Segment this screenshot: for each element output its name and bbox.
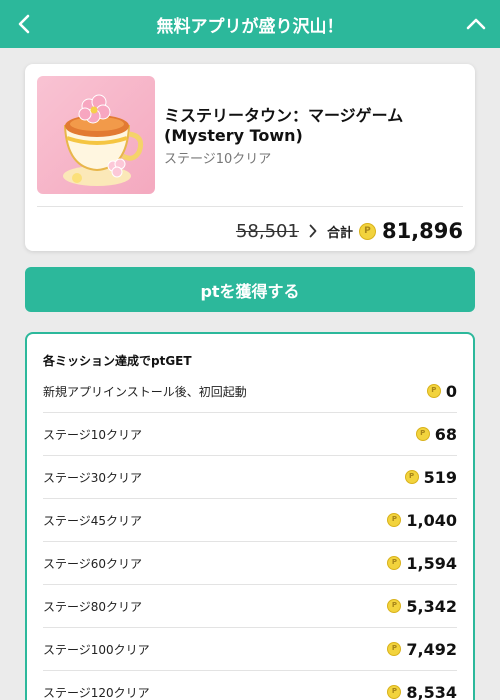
points-summary: 58,501 合計 P 81,896 (236, 216, 463, 246)
total-label: 合計 (326, 225, 353, 241)
mission-label: ステージ80クリア (43, 599, 143, 614)
mission-label: ステージ100クリア (43, 642, 150, 657)
app-current-stage: ステージ10クリア (164, 152, 272, 167)
mission-label: ステージ60クリア (43, 556, 143, 571)
mission-value: 1,040 (406, 510, 457, 530)
mission-points: P 519 (404, 467, 457, 487)
mission-label: 新規アプリインストール後、初回起動 (43, 384, 247, 399)
teacup-app-icon (37, 76, 155, 194)
header-title: 無料アプリが盛り沢山！ (156, 16, 344, 37)
mission-row: ステージ10クリア P 68 (43, 413, 457, 456)
point-coin-icon: P (387, 556, 402, 570)
point-coin-icon: P (387, 599, 402, 613)
mission-label: ステージ10クリア (43, 427, 143, 442)
mission-points: P 1,594 (387, 554, 457, 573)
mission-points: P 5,342 (387, 597, 457, 616)
mission-list: 新規アプリインストール後、初回起動 P 0 ステージ10クリア P 68 ステー… (43, 370, 457, 700)
back-button[interactable] (12, 12, 36, 36)
total-points: 81,896 (381, 219, 463, 243)
app-card[interactable]: ミステリータウン：マージゲーム (Mystery Town) ステージ10クリア… (25, 64, 475, 251)
chevron-up-icon (466, 18, 486, 30)
mission-value: 519 (423, 467, 457, 487)
mission-value: 68 (434, 424, 457, 444)
mission-row: ステージ80クリア P 5,342 (43, 585, 457, 628)
mission-title: 各ミッション達成でptGET (43, 354, 192, 368)
point-coin-icon: P (387, 685, 402, 699)
mission-row: 新規アプリインストール後、初回起動 P 0 (43, 370, 457, 413)
card-divider (37, 206, 463, 207)
mission-row: ステージ45クリア P 1,040 (43, 499, 457, 542)
point-coin-icon: P (387, 513, 402, 527)
collapse-button[interactable] (464, 12, 488, 36)
mission-label: ステージ45クリア (43, 513, 143, 528)
point-coin-icon: P (387, 642, 402, 656)
old-points: 58,501 (235, 220, 299, 242)
chevron-right-icon (309, 224, 317, 238)
mission-value: 5,342 (406, 596, 457, 616)
mission-value: 1,594 (406, 553, 457, 573)
mission-row: ステージ30クリア P 519 (43, 456, 457, 499)
mission-value: 7,492 (406, 639, 457, 659)
point-coin-icon: P (426, 384, 441, 398)
mission-points: P 0 (426, 381, 457, 401)
mission-points: P 1,040 (387, 511, 457, 530)
mission-row: ステージ100クリア P 7,492 (43, 628, 457, 671)
mission-row: ステージ120クリア P 8,534 (43, 671, 457, 700)
mission-points: P 7,492 (387, 640, 457, 659)
mission-panel: 各ミッション達成でptGET 新規アプリインストール後、初回起動 P 0 ステー… (25, 332, 475, 700)
chevron-left-icon (18, 14, 30, 34)
point-coin-icon: P (358, 222, 376, 240)
mission-row: ステージ60クリア P 1,594 (43, 542, 457, 585)
mission-label: ステージ120クリア (43, 685, 150, 700)
top-bar: 無料アプリが盛り沢山！ (0, 0, 500, 48)
mission-points: P 68 (415, 424, 457, 444)
mission-label: ステージ30クリア (43, 470, 143, 485)
mission-value: 8,534 (406, 682, 457, 700)
app-name: ミステリータウン：マージゲーム (Mystery Town) (164, 106, 404, 145)
get-points-button[interactable]: ptを獲得する (25, 267, 475, 312)
point-coin-icon: P (415, 427, 430, 441)
mission-points: P 8,534 (387, 683, 457, 700)
mission-value: 0 (445, 381, 457, 401)
point-coin-icon: P (404, 470, 419, 484)
